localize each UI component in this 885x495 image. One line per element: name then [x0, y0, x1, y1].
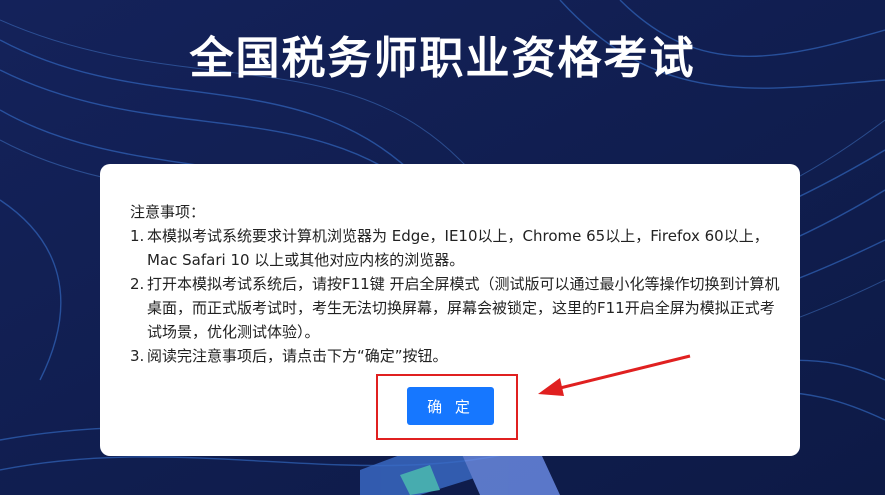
- list-text: 阅读完注意事项后，请点击下方“确定”按钮。: [147, 347, 448, 365]
- notice-heading: 注意事项：: [130, 203, 206, 221]
- list-number: 3.: [130, 347, 145, 365]
- list-item: 2. 打开本模拟考试系统后，请按F11键 开启全屏模式（测试版可以通过最小化等操…: [130, 272, 780, 344]
- notice-list: 1. 本模拟考试系统要求计算机浏览器为 Edge，IE10以上，Chrome 6…: [130, 224, 780, 368]
- confirm-button[interactable]: 确 定: [407, 387, 494, 425]
- list-text: 本模拟考试系统要求计算机浏览器为 Edge，IE10以上，Chrome 65以上…: [147, 227, 769, 269]
- list-text: 打开本模拟考试系统后，请按F11键 开启全屏模式（测试版可以通过最小化等操作切换…: [147, 275, 780, 341]
- page-title: 全国税务师职业资格考试: [189, 33, 696, 84]
- notice-card: 注意事项： 1. 本模拟考试系统要求计算机浏览器为 Edge，IE10以上，Ch…: [100, 164, 800, 456]
- list-number: 2.: [130, 275, 145, 293]
- list-item: 1. 本模拟考试系统要求计算机浏览器为 Edge，IE10以上，Chrome 6…: [130, 224, 780, 272]
- notice-content: 注意事项： 1. 本模拟考试系统要求计算机浏览器为 Edge，IE10以上，Ch…: [130, 200, 780, 368]
- list-number: 1.: [130, 227, 145, 245]
- arrow-annotation-icon: [538, 354, 691, 396]
